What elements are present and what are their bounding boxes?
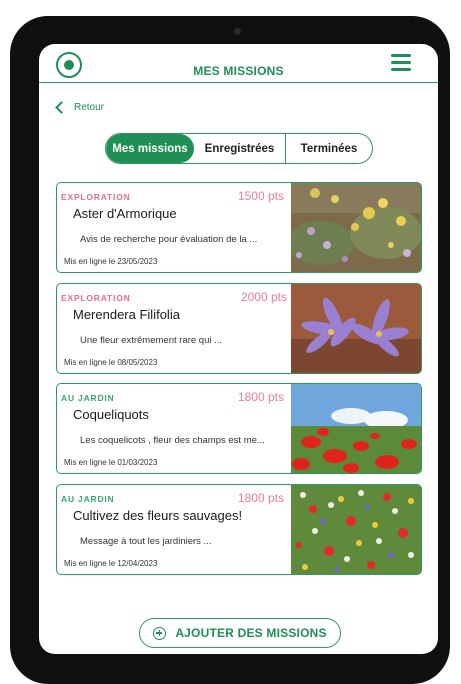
mission-date: Mis en ligne le 01/03/2023	[64, 458, 158, 467]
mission-description: Une fleur extrêmement rare qui ...	[80, 335, 223, 346]
mission-points: 1800 pts	[237, 491, 284, 505]
mission-points: 2000 pts	[240, 290, 287, 304]
mission-category: EXPLORATION	[61, 192, 131, 202]
mission-description: Message à tout les jardiniers ...	[80, 536, 212, 547]
mission-date: Mis en ligne le 12/04/2023	[64, 559, 158, 568]
mission-points: 1500 pts	[237, 189, 284, 203]
hamburger-menu-icon[interactable]	[391, 54, 411, 72]
mission-card[interactable]: EXPLORATION 1500 pts Aster d'Armorique A…	[56, 182, 422, 273]
mission-category: EXPLORATION	[61, 293, 131, 303]
mission-description: Avis de recherche pour évaluation de la …	[80, 234, 258, 245]
mission-category: AU JARDIN	[61, 393, 115, 403]
poppy-field-photo	[291, 384, 421, 473]
mission-name: Coqueliquots	[73, 407, 149, 422]
app-header: MES MISSIONS	[39, 44, 438, 83]
mission-tabs: Mes missions Enregistrées Terminées	[105, 133, 373, 164]
tab-mes-missions[interactable]: Mes missions	[106, 134, 194, 163]
chevron-left-icon	[55, 101, 68, 114]
add-missions-button[interactable]: AJOUTER DES MISSIONS	[139, 618, 341, 648]
plus-circle-icon	[153, 626, 167, 640]
add-missions-label: AJOUTER DES MISSIONS	[175, 626, 327, 640]
wildflowers-photo	[291, 485, 421, 574]
tab-terminees[interactable]: Terminées	[286, 134, 372, 163]
aster-flower-photo	[291, 183, 421, 272]
camera-dot	[234, 28, 241, 35]
mission-name: Merendera Filifolia	[73, 307, 180, 322]
mission-date: Mis en ligne le 23/05/2023	[64, 257, 158, 266]
mission-card[interactable]: AU JARDIN 1800 pts Coqueliquots Les coqu…	[56, 383, 422, 474]
mission-name: Aster d'Armorique	[73, 206, 177, 221]
back-label: Retour	[74, 102, 105, 113]
back-button[interactable]: Retour	[55, 101, 105, 114]
app-screen: MES MISSIONS Retour Mes missions Enregis…	[39, 44, 438, 654]
mission-category: AU JARDIN	[61, 494, 115, 504]
tab-enregistrees[interactable]: Enregistrées	[194, 134, 286, 163]
page-title: MES MISSIONS	[193, 64, 284, 78]
mission-card[interactable]: EXPLORATION 2000 pts Merendera Filifolia…	[56, 283, 422, 374]
merendera-flower-photo	[291, 284, 421, 373]
mission-card[interactable]: AU JARDIN 1800 pts Cultivez des fleurs s…	[56, 484, 422, 575]
mission-name: Cultivez des fleurs sauvages!	[73, 508, 243, 523]
mission-date: Mis en ligne le 08/05/2023	[64, 358, 158, 367]
mission-description: Les coquelicots , fleur des champs est m…	[80, 435, 265, 446]
mission-points: 1800 pts	[237, 390, 284, 404]
